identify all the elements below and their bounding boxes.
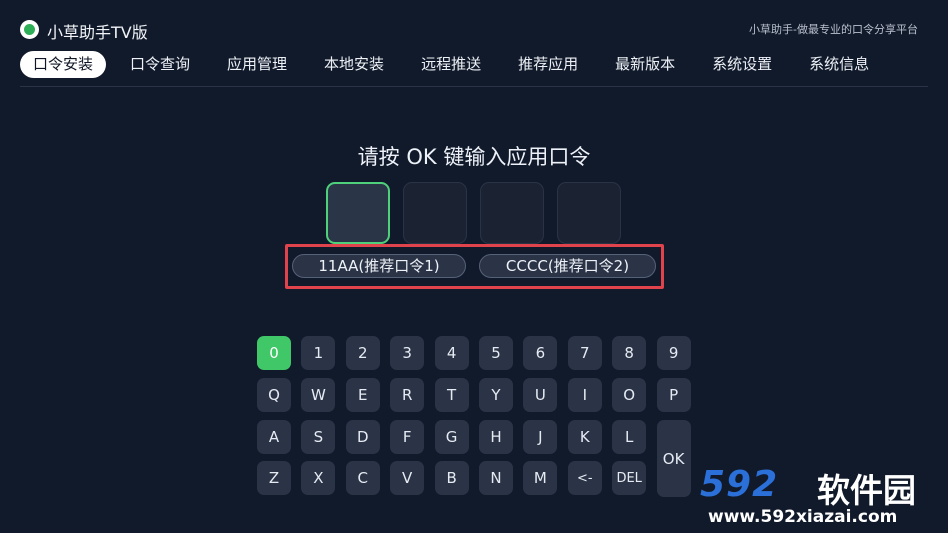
code-input-group bbox=[326, 182, 621, 244]
key-r[interactable]: R bbox=[390, 378, 425, 412]
key-k[interactable]: K bbox=[567, 420, 602, 454]
key-f[interactable]: F bbox=[390, 420, 425, 454]
header-divider bbox=[20, 86, 928, 87]
key-backspace[interactable]: <- bbox=[567, 461, 602, 495]
key-4[interactable]: 4 bbox=[434, 336, 469, 370]
code-digit-2[interactable] bbox=[403, 182, 467, 244]
key-5[interactable]: 5 bbox=[479, 336, 513, 370]
key-h[interactable]: H bbox=[479, 420, 513, 454]
key-i[interactable]: I bbox=[567, 378, 602, 412]
key-a[interactable]: A bbox=[257, 420, 291, 454]
key-s[interactable]: S bbox=[301, 420, 336, 454]
suggestion-chip-1[interactable]: 11AA(推荐口令1) bbox=[292, 254, 466, 278]
code-digit-1[interactable] bbox=[326, 182, 390, 244]
watermark-name: 软件园 bbox=[817, 471, 916, 510]
key-x[interactable]: X bbox=[301, 461, 336, 495]
key-y[interactable]: Y bbox=[479, 378, 513, 412]
tab-password-install[interactable]: 口令安装 bbox=[20, 51, 107, 78]
key-8[interactable]: 8 bbox=[612, 336, 647, 370]
key-z[interactable]: Z bbox=[257, 461, 291, 495]
tab-recommended-apps[interactable]: 推荐应用 bbox=[505, 51, 591, 78]
key-t[interactable]: T bbox=[434, 378, 469, 412]
key-7[interactable]: 7 bbox=[567, 336, 602, 370]
key-c[interactable]: C bbox=[345, 461, 380, 495]
key-o[interactable]: O bbox=[612, 378, 647, 412]
tab-latest-version[interactable]: 最新版本 bbox=[602, 51, 688, 78]
key-e[interactable]: E bbox=[345, 378, 380, 412]
key-j[interactable]: J bbox=[523, 420, 558, 454]
key-p[interactable]: P bbox=[656, 378, 691, 412]
app-logo-icon bbox=[20, 20, 39, 39]
tab-system-info[interactable]: 系统信息 bbox=[796, 51, 882, 78]
tab-password-query[interactable]: 口令查询 bbox=[117, 51, 203, 78]
watermark-url: www.592xiazai.com bbox=[708, 507, 898, 527]
tab-remote-push[interactable]: 远程推送 bbox=[408, 51, 494, 78]
key-u[interactable]: U bbox=[523, 378, 558, 412]
key-1[interactable]: 1 bbox=[301, 336, 336, 370]
key-v[interactable]: V bbox=[390, 461, 425, 495]
key-2[interactable]: 2 bbox=[345, 336, 380, 370]
tab-app-management[interactable]: 应用管理 bbox=[214, 51, 300, 78]
app-title: 小草助手TV版 bbox=[47, 23, 148, 42]
key-0[interactable]: 0 bbox=[257, 336, 291, 370]
code-digit-3[interactable] bbox=[480, 182, 544, 244]
key-w[interactable]: W bbox=[301, 378, 336, 412]
tab-local-install[interactable]: 本地安装 bbox=[311, 51, 397, 78]
suggestion-chip-2[interactable]: CCCC(推荐口令2) bbox=[479, 254, 656, 278]
key-ok[interactable]: OK bbox=[656, 420, 691, 497]
watermark-number: 592 bbox=[700, 464, 779, 505]
key-9[interactable]: 9 bbox=[656, 336, 691, 370]
input-prompt: 请按 OK 键输入应用口令 bbox=[357, 145, 591, 169]
key-b[interactable]: B bbox=[434, 461, 469, 495]
key-q[interactable]: Q bbox=[257, 378, 291, 412]
key-3[interactable]: 3 bbox=[390, 336, 425, 370]
key-d[interactable]: D bbox=[345, 420, 380, 454]
key-n[interactable]: N bbox=[479, 461, 513, 495]
code-digit-4[interactable] bbox=[557, 182, 621, 244]
key-6[interactable]: 6 bbox=[523, 336, 558, 370]
tab-system-settings[interactable]: 系统设置 bbox=[699, 51, 785, 78]
app-slogan: 小草助手-做最专业的口令分享平台 bbox=[749, 23, 918, 36]
key-del[interactable]: DEL bbox=[612, 461, 647, 495]
key-l[interactable]: L bbox=[612, 420, 647, 454]
key-m[interactable]: M bbox=[523, 461, 558, 495]
top-tab-bar: 口令安装 口令查询 应用管理 本地安装 远程推送 推荐应用 最新版本 系统设置 … bbox=[20, 51, 893, 78]
key-g[interactable]: G bbox=[434, 420, 469, 454]
